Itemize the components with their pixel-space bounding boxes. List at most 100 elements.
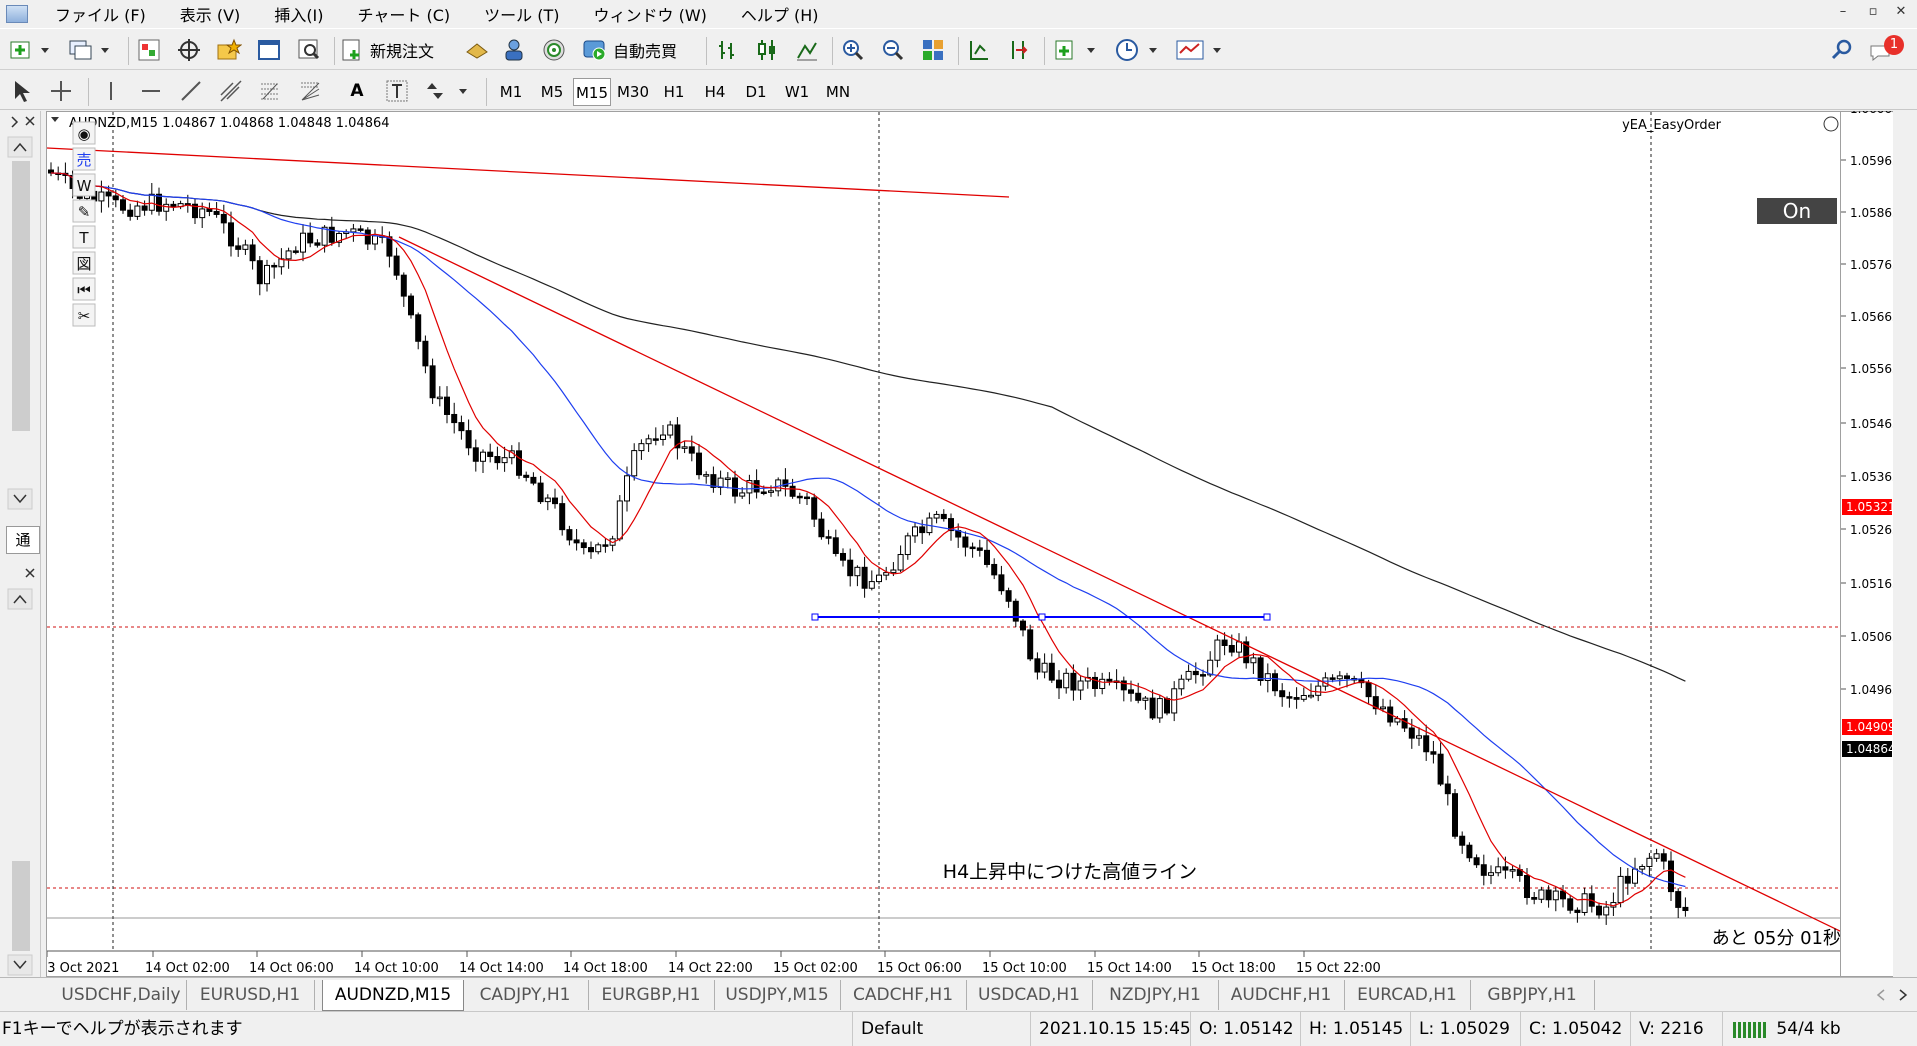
signals-button[interactable] <box>500 35 530 65</box>
tab-gbpjpy-h1[interactable]: GBPJPY,H1 <box>1470 980 1595 1010</box>
sell-icon[interactable]: 売 <box>76 151 91 169</box>
cursor-button[interactable] <box>6 76 36 106</box>
market-watch-button[interactable] <box>134 35 164 65</box>
trendline-upper[interactable] <box>47 147 1010 198</box>
menu-view[interactable]: 表示 (V) <box>163 2 258 26</box>
strategy-tester-button[interactable] <box>294 35 324 65</box>
hline-anchor-left[interactable] <box>811 613 819 621</box>
metaeditor-button[interactable] <box>462 35 492 65</box>
menu-file[interactable]: ファイル (F) <box>38 2 163 26</box>
right-scrollbar[interactable] <box>1893 111 1917 977</box>
indicators-button[interactable] <box>1050 35 1104 65</box>
tab-scroll-right-icon[interactable] <box>1899 989 1908 1001</box>
pen-icon[interactable]: ✎ <box>78 203 91 221</box>
text-label-button[interactable] <box>382 76 412 106</box>
timeframe-m15[interactable]: M15 <box>573 78 611 106</box>
ea-on-label: On <box>1783 199 1811 223</box>
text-button[interactable]: A <box>342 76 372 106</box>
left-tab-top[interactable]: 通 <box>6 526 40 554</box>
close-button[interactable]: ✕ <box>1888 4 1914 19</box>
terminal-button[interactable] <box>254 35 284 65</box>
tab-audnzd-m15[interactable]: AUDNZD,M15 <box>322 980 464 1011</box>
tab-eurcad-h1[interactable]: EURCAD,H1 <box>1344 980 1471 1010</box>
new-chart-button[interactable] <box>6 35 56 65</box>
timeframe-w1[interactable]: W1 <box>778 78 816 106</box>
rewind-icon[interactable]: ⏮ <box>77 281 91 299</box>
zoom-in-button[interactable] <box>838 35 868 65</box>
equidistant-channel-button[interactable] <box>216 76 246 106</box>
bar-chart-button[interactable] <box>712 35 742 65</box>
tab-cadjpy-h1[interactable]: CADJPY,H1 <box>462 980 589 1010</box>
tab-scroll-arrows[interactable] <box>1872 986 1912 1004</box>
text-icon[interactable]: T <box>78 229 89 247</box>
timeframe-h1[interactable]: H1 <box>655 78 693 106</box>
market-button[interactable] <box>540 35 570 65</box>
crosshair-nav-button[interactable] <box>174 35 204 65</box>
scissors-icon[interactable]: ✂ <box>78 307 91 325</box>
line-chart-button[interactable] <box>792 35 822 65</box>
vertical-line-button[interactable] <box>96 76 126 106</box>
auto-scroll-button[interactable] <box>964 35 994 65</box>
annotation-text[interactable]: H4上昇中につけた高値ライン <box>943 861 1197 883</box>
eye-icon[interactable]: ◉ <box>77 125 90 143</box>
menu-chart[interactable]: チャート (C) <box>341 2 468 26</box>
arrows-button[interactable] <box>420 76 476 106</box>
horizontal-line-button[interactable] <box>136 76 166 106</box>
menu-help[interactable]: ヘルプ (H) <box>724 2 836 26</box>
fibo-fan-button[interactable] <box>296 76 326 106</box>
tab-cadchf-h1[interactable]: CADCHF,H1 <box>840 980 967 1010</box>
menu-tools[interactable]: ツール (T) <box>467 2 576 26</box>
timeframe-mn[interactable]: MN <box>819 78 857 106</box>
timeframe-m1[interactable]: M1 <box>492 78 530 106</box>
chart-window[interactable]: AUDNZD,M15 1.04867 1.04868 1.04848 1.048… <box>46 111 1841 977</box>
price-chart[interactable]: AUDNZD,M15 1.04867 1.04868 1.04848 1.048… <box>47 112 1841 977</box>
minimize-button[interactable]: – <box>1830 4 1856 19</box>
tab-audchf-h1[interactable]: AUDCHF,H1 <box>1218 980 1345 1010</box>
crosshair-button[interactable] <box>46 76 76 106</box>
search-button[interactable] <box>1828 35 1856 65</box>
tab-eurgbp-h1[interactable]: EURGBP,H1 <box>588 980 715 1010</box>
tab-nzdjpy-h1[interactable]: NZDJPY,H1 <box>1092 980 1219 1010</box>
chart-dropdown-icon[interactable] <box>51 117 59 122</box>
timeframe-d1[interactable]: D1 <box>737 78 775 106</box>
hline-anchor-mid[interactable] <box>1038 613 1046 621</box>
candle-body <box>631 450 638 477</box>
tab-usdcad-h1[interactable]: USDCAD,H1 <box>966 980 1093 1010</box>
favorites-button[interactable] <box>214 35 244 65</box>
candle-chart-button[interactable] <box>752 35 782 65</box>
status-profile[interactable]: Default <box>852 1012 1029 1046</box>
new-order-button[interactable]: 新規注文 <box>340 35 452 65</box>
tab-usdchf-daily[interactable]: USDCHF,Daily <box>56 980 187 1010</box>
candle-body <box>1552 890 1559 901</box>
trendline-button[interactable] <box>176 76 206 106</box>
periods-button[interactable] <box>1112 35 1164 65</box>
candle-body <box>624 475 630 502</box>
tab-usdjpy-m15[interactable]: USDJPY,M15 <box>714 980 841 1010</box>
menu-insert[interactable]: 挿入(I) <box>257 2 340 26</box>
tab-scroll-left-icon[interactable] <box>1876 989 1885 1001</box>
trendline-down[interactable] <box>398 236 1841 932</box>
figure-icon[interactable]: 図 <box>76 255 91 273</box>
auto-trade-button[interactable]: 自動売買 <box>582 35 696 65</box>
timeframe-h4[interactable]: H4 <box>696 78 734 106</box>
candle-body <box>1480 864 1487 876</box>
templates-button[interactable] <box>1172 35 1228 65</box>
candlestick-icon <box>758 40 775 60</box>
timeframe-m5[interactable]: M5 <box>533 78 571 106</box>
chart-shift-button[interactable] <box>1004 35 1034 65</box>
profiles-button[interactable] <box>64 35 116 65</box>
tile-windows-button[interactable] <box>918 35 948 65</box>
ea-on-button[interactable]: On <box>1757 198 1837 224</box>
fibo-retracement-button[interactable] <box>256 76 286 106</box>
notifications-button[interactable]: 1 <box>1866 35 1906 65</box>
menu-window[interactable]: ウィンドウ (W) <box>576 2 723 26</box>
time-label: 14 Oct 14:00 <box>459 961 544 976</box>
restore-button[interactable]: ▫ <box>1860 4 1886 19</box>
candle-body <box>1682 906 1689 912</box>
tab-eurusd-h1[interactable]: EURUSD,H1 <box>186 980 315 1010</box>
timeframe-m30[interactable]: M30 <box>614 78 652 106</box>
zoom-out-button[interactable] <box>878 35 908 65</box>
candle-body <box>1502 866 1509 871</box>
hline-anchor-right[interactable] <box>1263 613 1271 621</box>
w-icon[interactable]: W <box>77 177 92 195</box>
